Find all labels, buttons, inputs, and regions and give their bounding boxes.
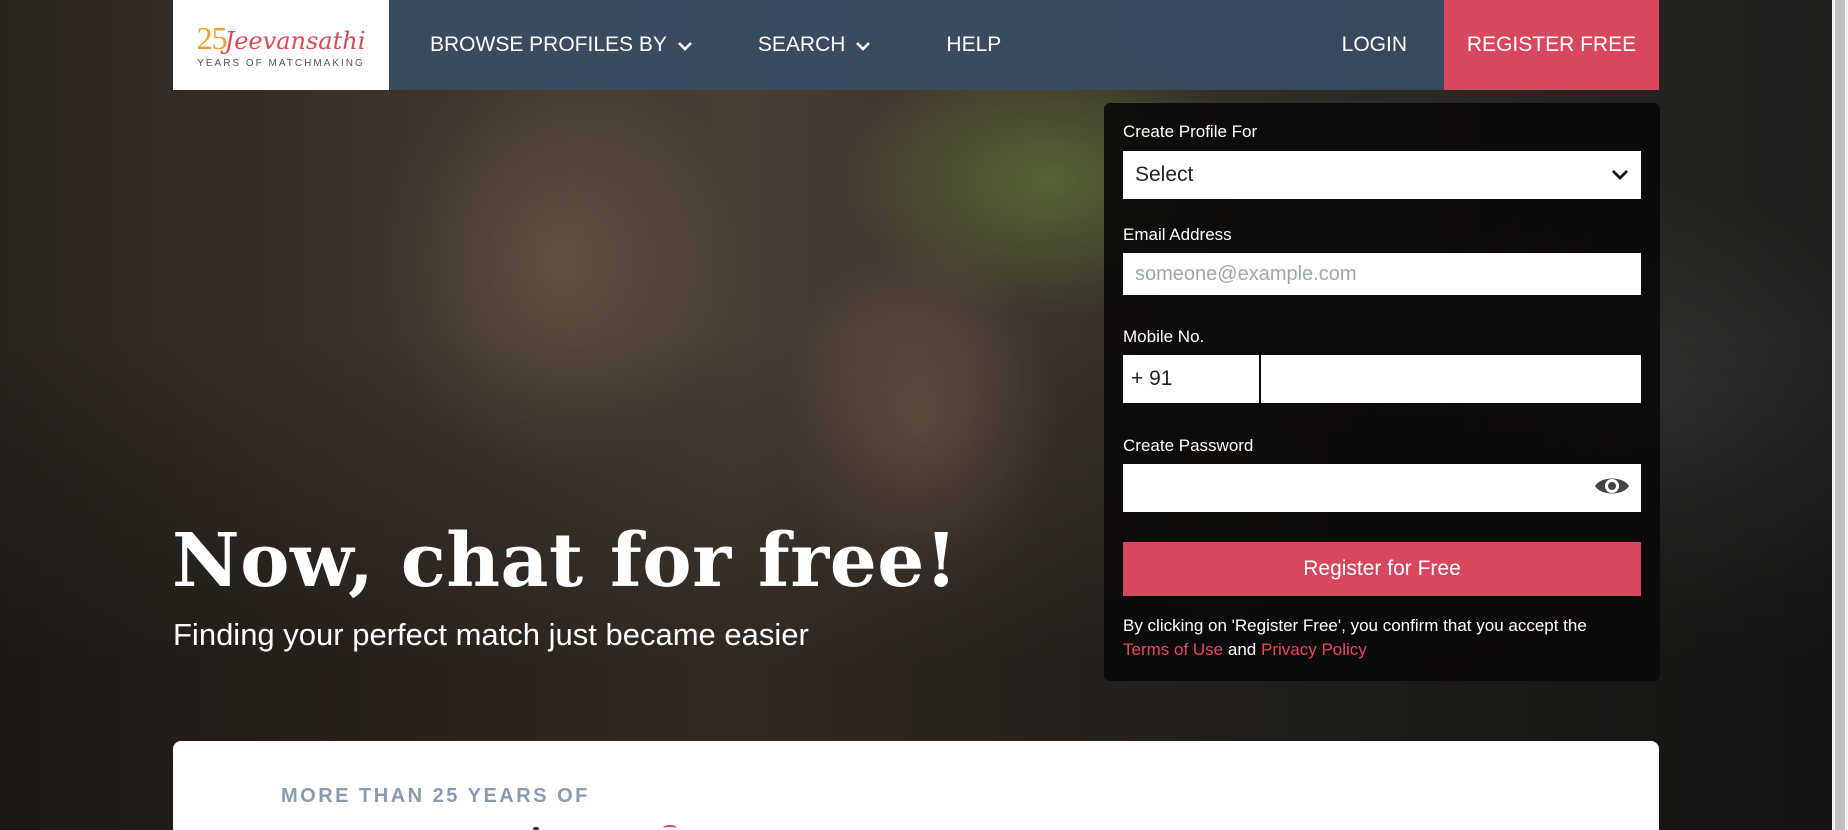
chevron-down-icon (677, 33, 693, 57)
info-card-kicker: MORE THAN 25 YEARS OF (281, 785, 590, 807)
logo-tagline: YEARS OF MATCHMAKING (197, 57, 365, 69)
consent-and: and (1227, 640, 1257, 659)
hero-title: Now, chat for free! (172, 518, 958, 604)
register-free-button[interactable]: REGISTER FREE (1444, 0, 1659, 90)
heading-accent-mark (663, 825, 677, 830)
email-placeholder: someone@example.com (1135, 262, 1357, 285)
profile-for-label: Create Profile For (1123, 122, 1258, 141)
email-label: Email Address (1123, 225, 1232, 244)
browse-profiles-menu[interactable]: BROWSE PROFILES BY (430, 33, 693, 57)
mobile-number-group: + 91 (1123, 355, 1641, 403)
info-card: MORE THAN 25 YEARS OF (173, 741, 1659, 830)
logo-number: 25 (196, 19, 228, 56)
consent-statement: By clicking on 'Register Free', you conf… (1123, 616, 1587, 635)
registration-form: Create Profile For Select Email Address … (1104, 103, 1660, 681)
chevron-down-icon (1611, 163, 1629, 187)
password-input[interactable] (1123, 464, 1641, 512)
mobile-number-input[interactable] (1261, 355, 1641, 403)
top-navigation: 25 Jeevansathi YEARS OF MATCHMAKING BROW… (173, 0, 1659, 90)
search-menu[interactable]: SEARCH (758, 33, 872, 57)
search-menu-label: SEARCH (757, 33, 846, 56)
help-link[interactable]: HELP (946, 33, 1001, 57)
page-scrollbar[interactable] (1832, 0, 1848, 830)
email-field[interactable]: someone@example.com (1123, 253, 1641, 295)
profile-for-value: Select (1135, 163, 1194, 186)
brand-logo[interactable]: 25 Jeevansathi YEARS OF MATCHMAKING (173, 0, 389, 90)
terms-of-use-link[interactable]: Terms of Use (1123, 640, 1223, 659)
consent-text: By clicking on 'Register Free', you conf… (1123, 614, 1641, 662)
eye-icon[interactable] (1593, 473, 1631, 504)
hero-subtitle: Finding your perfect match just became e… (173, 617, 809, 652)
profile-for-select[interactable]: Select (1123, 151, 1641, 199)
logo-wordmark: 25 Jeevansathi (197, 22, 366, 54)
register-for-free-button[interactable]: Register for Free (1123, 542, 1641, 596)
browse-profiles-label: BROWSE PROFILES BY (430, 33, 667, 56)
login-link[interactable]: LOGIN (1342, 33, 1407, 57)
scrollbar-thumb[interactable] (1835, 0, 1845, 830)
password-label: Create Password (1123, 436, 1254, 455)
logo-name: Jeevansathi (224, 26, 366, 55)
nav-bar: BROWSE PROFILES BY SEARCH HELP LOGIN REG… (389, 0, 1659, 90)
privacy-policy-link[interactable]: Privacy Policy (1261, 640, 1367, 659)
country-code-select[interactable]: + 91 (1123, 355, 1259, 403)
mobile-label: Mobile No. (1123, 327, 1205, 346)
chevron-down-icon (855, 33, 871, 57)
